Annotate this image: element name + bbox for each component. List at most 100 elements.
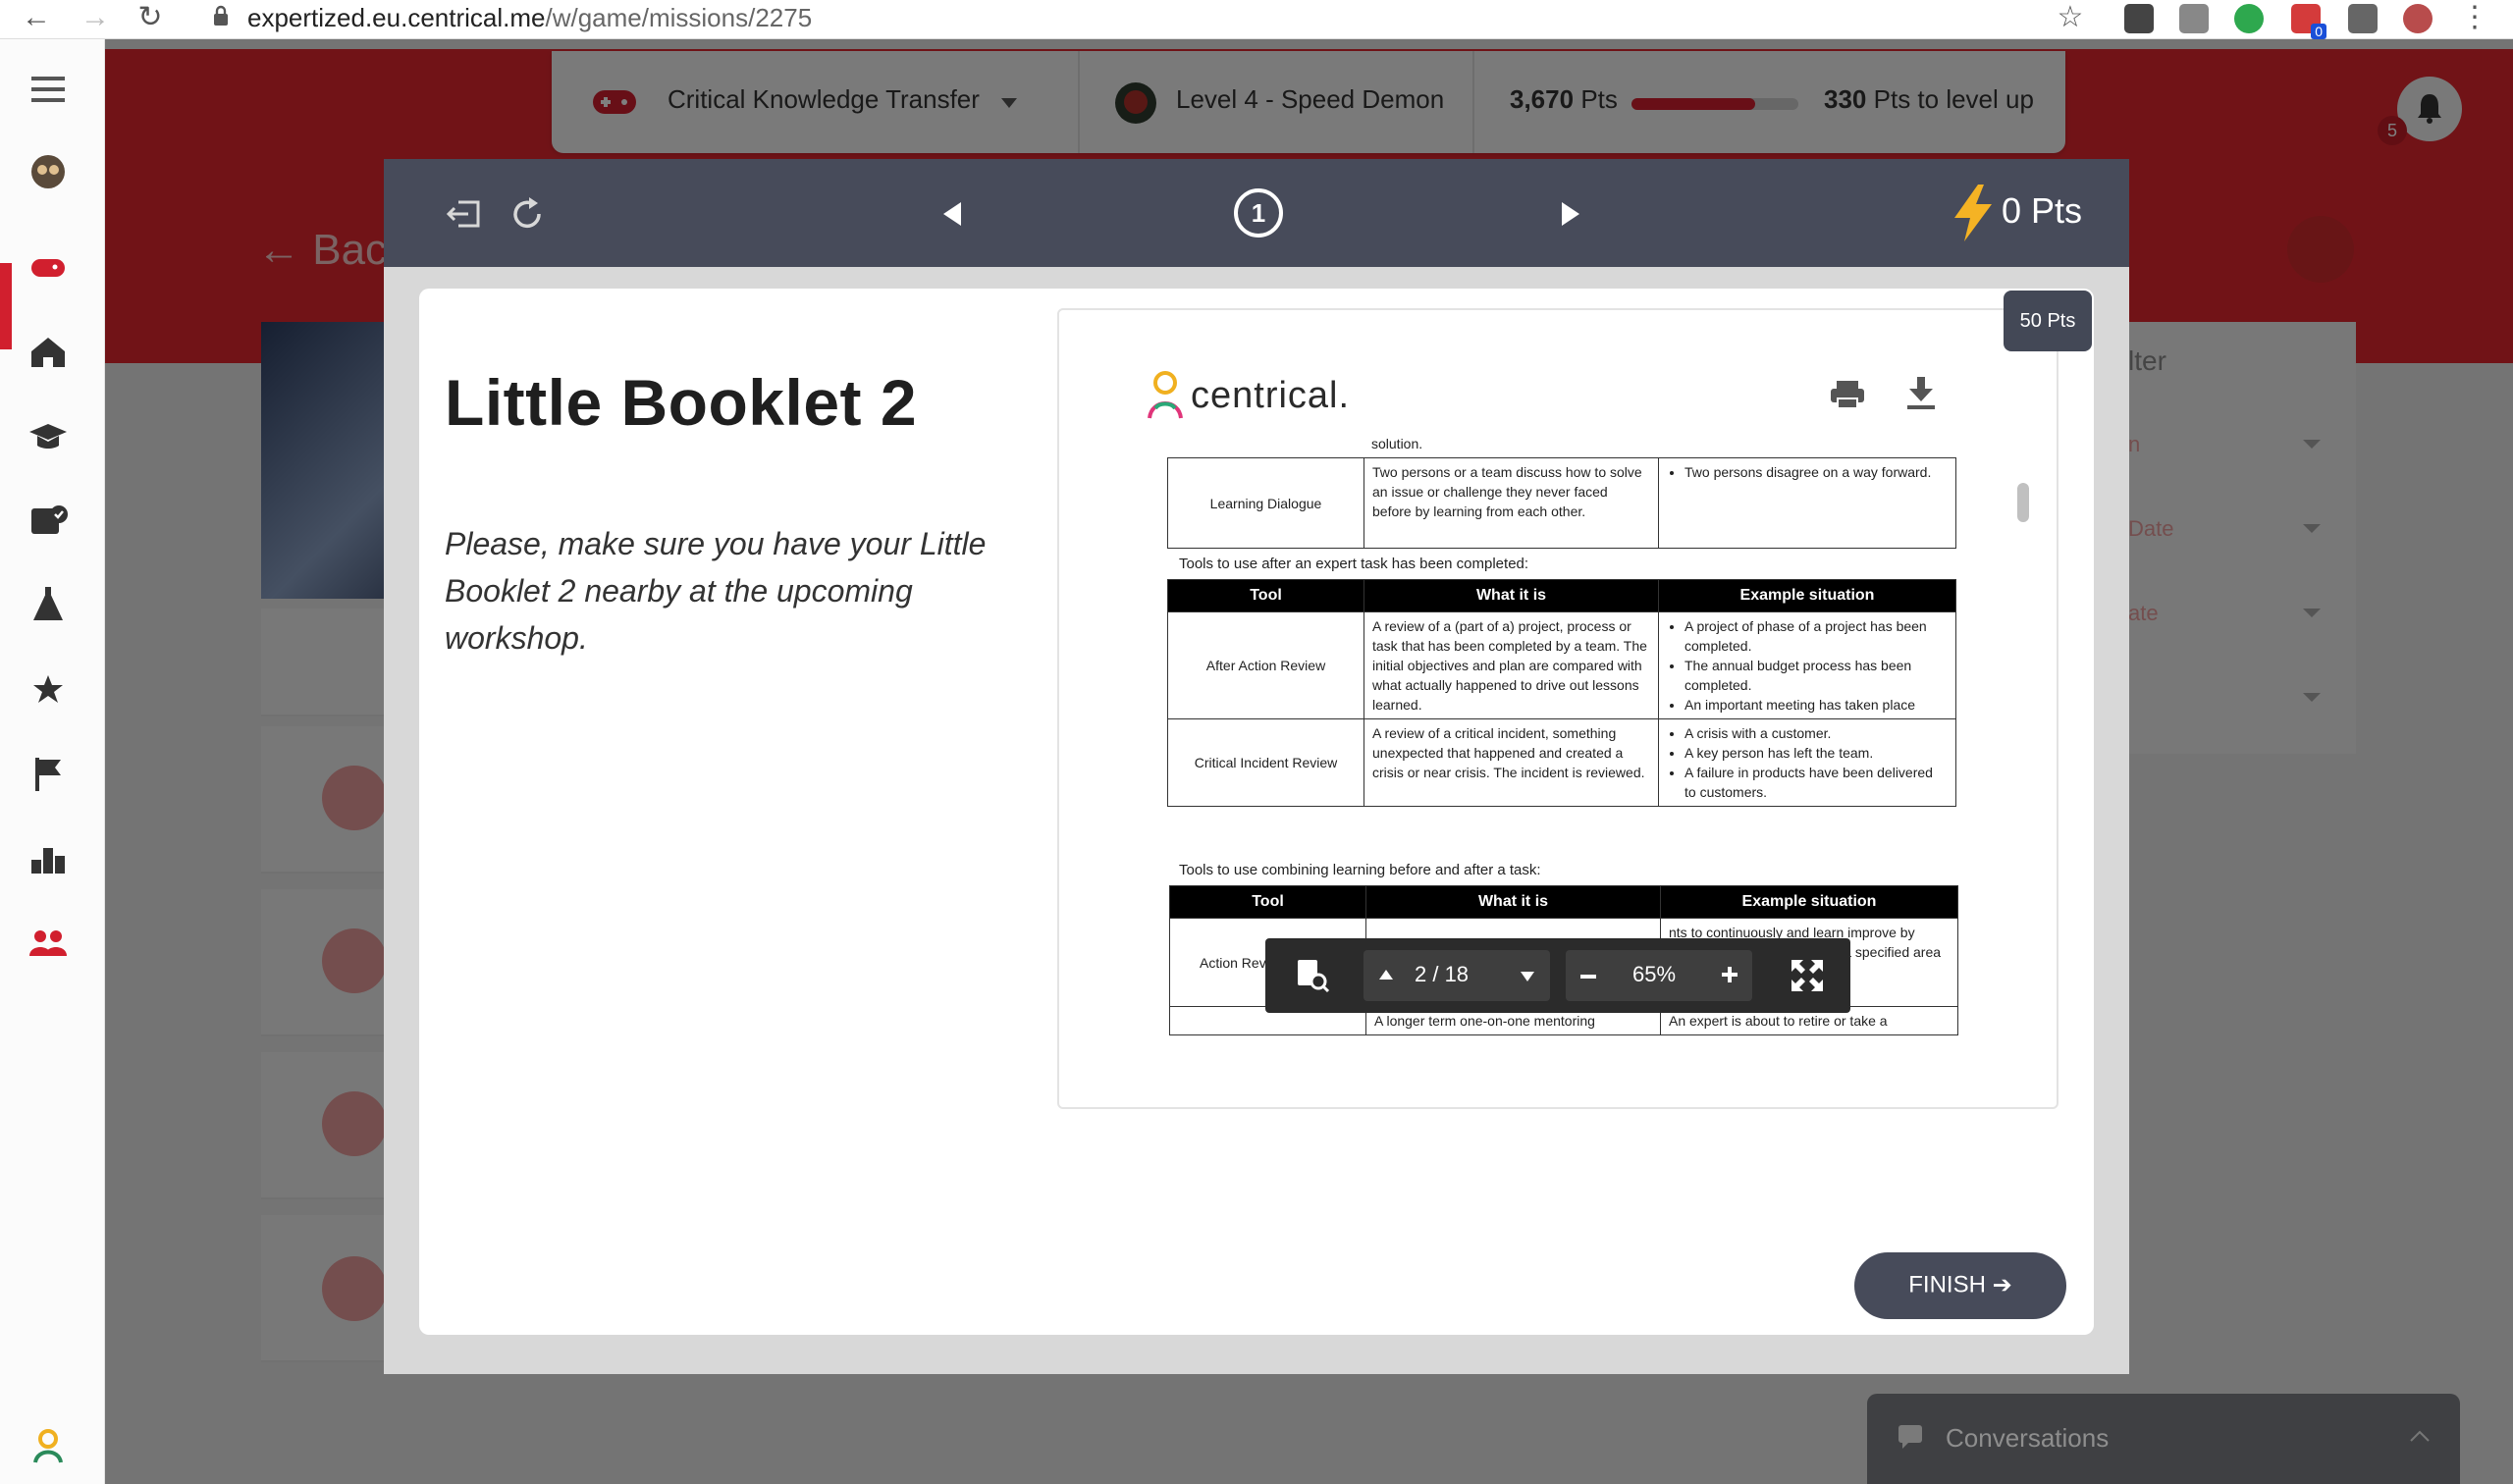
- address-bar[interactable]: expertized.eu.centrical.me/w/game/missio…: [187, 0, 2081, 35]
- table-cell: A project of phase of a project has been…: [1658, 611, 1956, 719]
- check-extension-icon[interactable]: [2234, 4, 2264, 33]
- modal-header: 1 0 Pts: [384, 159, 2129, 267]
- zoom-out-icon[interactable]: [1579, 968, 1597, 985]
- table-row: Critical Incident Review A review of a c…: [1167, 718, 1956, 807]
- table-header: Example situation: [1660, 885, 1958, 919]
- table-cell: A review of a (part of a) project, proce…: [1363, 611, 1659, 719]
- card-title: Little Booklet 2: [445, 366, 918, 439]
- flag-icon[interactable]: [26, 752, 71, 797]
- list-item: A failure in products have been delivere…: [1684, 763, 1948, 802]
- conversations-label: Conversations: [1946, 1423, 2110, 1453]
- download-icon[interactable]: [1905, 375, 1937, 410]
- app-sidebar: [0, 39, 105, 1484]
- owl-logo-icon[interactable]: [26, 149, 71, 194]
- table-header: Example situation: [1658, 579, 1956, 612]
- fullscreen-icon[interactable]: [1788, 956, 1827, 995]
- extension-icon-1[interactable]: [2124, 4, 2154, 33]
- step-indicator: 1: [1234, 188, 1283, 238]
- table-cell: A review of a critical incident, somethi…: [1363, 718, 1659, 807]
- mission-modal: 1 0 Pts Little Booklet 2 Please, make su…: [384, 159, 2129, 1374]
- page-down-icon[interactable]: [1519, 970, 1536, 983]
- zoom-controls: 65%: [1566, 950, 1752, 1001]
- earned-points: 0 Pts: [2002, 190, 2083, 231]
- print-icon[interactable]: [1829, 379, 1866, 410]
- card-description: Please, make sure you have your Little B…: [445, 526, 987, 656]
- table-cell: A crisis with a customer. A key person h…: [1658, 718, 1956, 807]
- hamburger-menu-icon[interactable]: [26, 67, 71, 112]
- gamepad-icon[interactable]: [26, 245, 71, 291]
- table-cell: After Action Review: [1167, 611, 1364, 719]
- table-cell: Learning Dialogue: [1167, 457, 1364, 549]
- page-up-icon[interactable]: [1377, 968, 1395, 981]
- next-step-icon[interactable]: [1548, 192, 1591, 236]
- browser-toolbar: ← → ↻ expertized.eu.centrical.me/w/game/…: [0, 0, 2513, 39]
- back-arrow-icon[interactable]: ←: [20, 2, 53, 35]
- previous-step-icon[interactable]: [932, 192, 975, 236]
- extension-badge: 0: [2311, 24, 2326, 39]
- checklist-icon[interactable]: [26, 499, 71, 544]
- table-cell: Critical Incident Review: [1167, 718, 1364, 807]
- table-header: Tool: [1167, 579, 1364, 612]
- list-item: A key person has left the team.: [1684, 743, 1948, 763]
- lightning-icon: [1954, 185, 1992, 241]
- search-document-icon[interactable]: [1295, 958, 1330, 993]
- list-item: A project of phase of a project has been…: [1684, 616, 1948, 656]
- arrow-right-icon: ➔: [1992, 1272, 2012, 1299]
- chevron-up-icon[interactable]: [2409, 1429, 2431, 1443]
- pdf-logo-text: centrical.: [1191, 375, 1351, 416]
- extension-icon-2[interactable]: [2179, 4, 2209, 33]
- pdf-viewer: centrical. solution. Learning Dialogue T…: [1057, 308, 2059, 1109]
- pdf-table-after-task: Tool What it is Example situation After …: [1167, 579, 1956, 807]
- url-domain: expertized.eu.centrical.me: [247, 3, 546, 32]
- bookmark-star-icon[interactable]: ☆: [2054, 2, 2087, 35]
- reload-icon[interactable]: ↻: [134, 2, 167, 35]
- forward-arrow-icon[interactable]: →: [79, 2, 112, 35]
- chat-icon: [1898, 1425, 1922, 1449]
- pdf-caption: Tools to use combining learning before a…: [1179, 862, 1541, 878]
- card-points-tag: 50 Pts: [2004, 291, 2092, 351]
- table-header-row: Tool What it is Example situation: [1167, 579, 1956, 612]
- page-indicator[interactable]: 2 / 18: [1415, 962, 1469, 987]
- url-path: /w/game/missions/2275: [545, 3, 813, 32]
- table-row: Learning Dialogue Two persons or a team …: [1167, 457, 1956, 549]
- centrical-logo-icon: [33, 1429, 63, 1463]
- puzzle-icon[interactable]: [2348, 4, 2378, 33]
- leaderboard-icon[interactable]: [26, 836, 71, 881]
- pdf-toolbar: 2 / 18 65%: [1265, 938, 1850, 1013]
- restart-icon[interactable]: [506, 192, 549, 236]
- list-item: Two persons disagree on a way forward.: [1684, 462, 1948, 482]
- list-item: The annual budget process has been compl…: [1684, 656, 1948, 695]
- table-header-row: Tool What it is Example situation: [1169, 885, 1958, 919]
- pdf-table-learning-dialogue: Learning Dialogue Two persons or a team …: [1167, 457, 1956, 549]
- team-icon[interactable]: [26, 921, 71, 966]
- finish-label: FINISH: [1908, 1272, 1986, 1299]
- profile-avatar-icon[interactable]: [2403, 4, 2433, 33]
- table-row: After Action Review A review of a (part …: [1167, 611, 1956, 719]
- pdf-text-fragment: solution.: [1371, 436, 1423, 451]
- centrical-logo-icon: [1148, 371, 1183, 419]
- browser-menu-icon[interactable]: ⋮: [2458, 2, 2491, 35]
- zoom-level[interactable]: 65%: [1632, 962, 1676, 987]
- table-header: What it is: [1365, 885, 1661, 919]
- trophy-star-icon[interactable]: [26, 667, 71, 713]
- exit-icon[interactable]: [443, 192, 486, 236]
- sidebar-active-indicator: [0, 263, 12, 349]
- page-navigator: 2 / 18: [1363, 950, 1550, 1001]
- home-icon[interactable]: [26, 330, 71, 375]
- pdf-caption: Tools to use after an expert task has be…: [1179, 556, 1529, 572]
- graduation-cap-icon[interactable]: [26, 414, 71, 459]
- zoom-in-icon[interactable]: [1721, 966, 1738, 983]
- list-item: A crisis with a customer.: [1684, 723, 1948, 743]
- quest-icon[interactable]: [26, 583, 71, 628]
- finish-button[interactable]: FINISH ➔: [1854, 1252, 2066, 1319]
- table-cell: Two persons or a team discuss how to sol…: [1363, 457, 1659, 549]
- lock-icon: [214, 5, 228, 26]
- table-header: What it is: [1363, 579, 1659, 612]
- extension-icon-4[interactable]: 0: [2291, 4, 2326, 39]
- url-text: expertized.eu.centrical.me/w/game/missio…: [247, 3, 812, 33]
- table-header: Tool: [1169, 885, 1366, 919]
- conversations-bar[interactable]: Conversations: [1867, 1394, 2460, 1484]
- list-item: An important meeting has taken place: [1684, 695, 1948, 715]
- pdf-scrollbar[interactable]: [2017, 483, 2029, 522]
- table-cell: Two persons disagree on a way forward.: [1658, 457, 1956, 549]
